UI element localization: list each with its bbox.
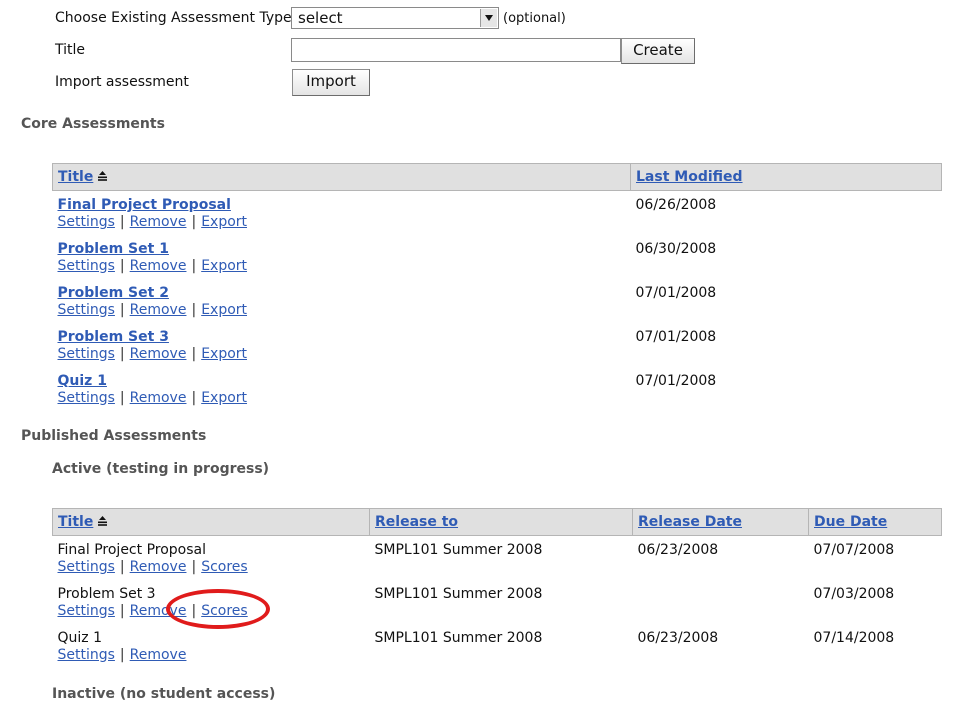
settings-link[interactable]: Settings — [58, 559, 115, 575]
table-row: Final Project Proposal Settings | Remove | E… — [53, 191, 942, 235]
assessment-type-label: Choose Existing Assessment Type — [55, 10, 292, 26]
release-to-cell: SMPL101 Summer 2008 — [374, 585, 543, 602]
active-heading: Active (testing in progress) — [52, 461, 270, 477]
assessment-title: Quiz 1 — [57, 629, 103, 646]
assessment-title-link[interactable]: Problem Set 1 — [58, 241, 626, 257]
annotation-circle — [166, 589, 270, 629]
last-modified-cell: 06/26/2008 — [635, 197, 717, 213]
table-row: Problem Set 3 Settings | Remove | Export 07/… — [53, 323, 942, 367]
import-label: Import assessment — [55, 74, 189, 90]
table-row: Problem Set 1 Settings | Remove | Export 06/… — [53, 235, 942, 279]
core-assessments-table: Title Last Modified Final Project Propos… — [52, 163, 942, 411]
last-modified-cell: 06/30/2008 — [635, 240, 717, 257]
table-header-row: Title Last Modified — [52, 163, 942, 191]
chevron-down-icon[interactable] — [480, 9, 497, 27]
column-due-date[interactable]: Due Date — [808, 508, 942, 536]
release-date-cell: 06/23/2008 — [637, 542, 719, 558]
due-date-cell: 07/03/2008 — [813, 585, 895, 602]
sort-release-to-link[interactable]: Release to — [375, 514, 458, 530]
published-assessments-table: Title Release to Release Date Due Date F… — [52, 508, 942, 668]
import-button[interactable]: Import — [292, 69, 370, 96]
export-link[interactable]: Export — [201, 302, 247, 318]
table-row: Problem Set 2 Settings | Remove | Export 07/… — [53, 279, 942, 323]
remove-link[interactable]: Remove — [130, 214, 187, 230]
assessment-type-select[interactable]: select — [291, 7, 499, 29]
column-title[interactable]: Title — [52, 163, 631, 191]
table-row: Final Project Proposal Settings | Remove | S… — [53, 536, 942, 580]
settings-link[interactable]: Settings — [58, 390, 115, 406]
table-row: Quiz 1 Settings | Remove SMPL101 Summer 20… — [53, 624, 942, 668]
title-label: Title — [55, 42, 86, 58]
table-row: Quiz 1 Settings | Remove | Export 07/01/2008 — [53, 367, 942, 411]
sort-last-modified-link[interactable]: Last Modified — [636, 169, 743, 185]
release-date-cell: 06/23/2008 — [637, 629, 719, 646]
export-link[interactable]: Export — [201, 390, 247, 406]
settings-link[interactable]: Settings — [58, 302, 115, 318]
core-assessments-heading: Core Assessments — [21, 116, 165, 132]
sort-due-date-link[interactable]: Due Date — [814, 514, 887, 530]
scores-link[interactable]: Scores — [201, 559, 248, 575]
sort-title-link[interactable]: Title — [58, 169, 93, 185]
sort-title-link[interactable]: Title — [58, 514, 93, 530]
due-date-cell: 07/14/2008 — [813, 629, 895, 646]
release-to-cell: SMPL101 Summer 2008 — [374, 542, 543, 558]
remove-link[interactable]: Remove — [130, 390, 187, 406]
settings-link[interactable]: Settings — [58, 647, 115, 663]
release-to-cell: SMPL101 Summer 2008 — [374, 629, 543, 646]
assessment-type-hint: (optional) — [503, 11, 566, 26]
column-release-date[interactable]: Release Date — [632, 508, 809, 536]
remove-link[interactable]: Remove — [130, 302, 187, 318]
export-link[interactable]: Export — [201, 258, 247, 274]
column-title[interactable]: Title — [52, 508, 370, 536]
last-modified-cell: 07/01/2008 — [635, 372, 717, 389]
published-assessments-heading: Published Assessments — [21, 428, 207, 444]
assessment-type-selected: select — [298, 9, 343, 27]
release-date-cell — [633, 580, 809, 624]
last-modified-cell: 07/01/2008 — [635, 284, 717, 301]
remove-link[interactable]: Remove — [130, 258, 187, 274]
sort-release-date-link[interactable]: Release Date — [638, 514, 742, 530]
settings-link[interactable]: Settings — [58, 214, 115, 230]
assessment-title-link[interactable]: Quiz 1 — [58, 373, 626, 389]
assessment-title-link[interactable]: Problem Set 2 — [58, 285, 626, 301]
due-date-cell: 07/07/2008 — [813, 542, 895, 558]
table-header-row: Title Release to Release Date Due Date — [52, 508, 942, 536]
assessment-title-link[interactable]: Problem Set 3 — [58, 329, 626, 345]
inactive-heading: Inactive (no student access) — [52, 686, 276, 702]
remove-link[interactable]: Remove — [130, 647, 187, 663]
title-input[interactable] — [291, 38, 621, 62]
assessment-title-link[interactable]: Final Project Proposal — [58, 197, 626, 213]
sort-ascending-icon[interactable] — [97, 171, 108, 181]
remove-link[interactable]: Remove — [130, 346, 187, 362]
column-last-modified[interactable]: Last Modified — [630, 163, 942, 191]
sort-ascending-icon[interactable] — [97, 516, 108, 526]
settings-link[interactable]: Settings — [58, 346, 115, 362]
export-link[interactable]: Export — [201, 214, 247, 230]
column-release-to[interactable]: Release to — [369, 508, 633, 536]
export-link[interactable]: Export — [201, 346, 247, 362]
create-button[interactable]: Create — [621, 38, 695, 64]
settings-link[interactable]: Settings — [58, 258, 115, 274]
assessment-title: Final Project Proposal — [57, 542, 207, 558]
remove-link[interactable]: Remove — [130, 559, 187, 575]
last-modified-cell: 07/01/2008 — [635, 328, 717, 345]
settings-link[interactable]: Settings — [58, 603, 115, 619]
